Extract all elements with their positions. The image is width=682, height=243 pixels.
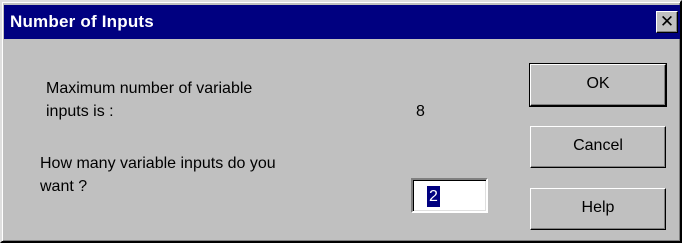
cancel-button[interactable]: Cancel: [530, 126, 666, 168]
max-inputs-label-line2: inputs is :: [46, 103, 114, 120]
title-bar[interactable]: Number of Inputs ✕: [4, 5, 680, 39]
number-of-inputs-dialog: Number of Inputs ✕ Maximum number of var…: [0, 0, 682, 243]
ok-button[interactable]: OK: [529, 63, 667, 107]
close-button[interactable]: ✕: [656, 11, 678, 33]
max-inputs-value: 8: [416, 103, 425, 120]
how-many-inputs-label: How many variable inputs do you want ?: [40, 152, 276, 198]
variable-inputs-field[interactable]: 2: [411, 178, 488, 213]
max-inputs-label: Maximum number of variable inputs is :: [46, 77, 252, 123]
close-icon: ✕: [659, 12, 675, 31]
max-inputs-label-line1: Maximum number of variable: [46, 80, 253, 97]
help-button[interactable]: Help: [530, 188, 666, 230]
how-many-inputs-label-line2: want ?: [40, 178, 88, 195]
how-many-inputs-label-line1: How many variable inputs do you: [40, 155, 276, 172]
variable-inputs-value: 2: [427, 186, 440, 207]
dialog-title: Number of Inputs: [10, 12, 154, 31]
